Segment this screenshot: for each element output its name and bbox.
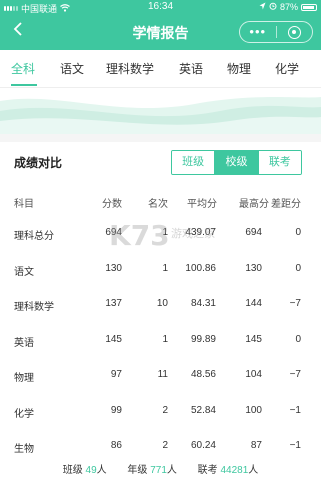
row-average: 52.84 xyxy=(190,404,216,416)
active-tab-indicator xyxy=(11,84,37,86)
card-title: 成绩对比 xyxy=(14,156,63,170)
joint-count-unit: 人 xyxy=(248,465,259,476)
row-rank: 1 xyxy=(162,227,168,238)
table-row: 生物 86 2 60.24 87 −1 xyxy=(0,429,321,465)
row-average: 48.56 xyxy=(190,369,216,380)
header-average: 平均分 xyxy=(187,199,217,210)
row-max: 694 xyxy=(245,227,262,238)
row-rank: 11 xyxy=(157,369,168,380)
row-subject: 生物 xyxy=(14,444,34,455)
grade-count-group: 年级 771人 xyxy=(127,461,176,476)
class-count-group: 班级 49人 xyxy=(63,461,107,476)
row-gap: −1 xyxy=(289,440,301,451)
row-score: 86 xyxy=(110,440,122,451)
alarm-icon xyxy=(269,2,277,12)
tab-chemistry[interactable]: 化学 xyxy=(275,60,299,77)
header-rank: 名次 xyxy=(148,199,168,210)
row-rank: 2 xyxy=(162,440,168,451)
joint-count-group: 联考 44281人 xyxy=(198,461,259,476)
header-gap: 差距分 xyxy=(271,199,301,210)
row-gap: −1 xyxy=(289,404,301,416)
miniprogram-capsule: ••• xyxy=(239,21,313,43)
table-row: 理科数学 137 10 84.31 144 −7 xyxy=(0,287,321,323)
row-subject: 理科总分 xyxy=(14,231,54,242)
tab-chinese[interactable]: 语文 xyxy=(60,60,84,77)
location-icon xyxy=(259,2,266,12)
participant-counts: 班级 49人 年级 771人 联考 44281人 xyxy=(0,461,321,491)
row-gap: 0 xyxy=(295,262,301,274)
row-max: 145 xyxy=(245,333,262,345)
row-average: 439.07 xyxy=(185,227,216,238)
row-max: 100 xyxy=(245,404,262,416)
class-count-label: 班级 xyxy=(62,465,83,476)
row-average: 84.31 xyxy=(190,298,216,309)
row-subject: 物理 xyxy=(14,373,34,384)
joint-count-label: 联考 xyxy=(197,465,218,476)
segment-class[interactable]: 班级 xyxy=(172,151,215,174)
grade-count-label: 年级 xyxy=(127,465,148,476)
class-count-unit: 人 xyxy=(96,465,107,476)
row-score: 97 xyxy=(110,369,122,380)
row-subject: 理科数学 xyxy=(14,302,54,313)
row-score: 137 xyxy=(105,298,122,309)
row-subject: 化学 xyxy=(14,408,34,420)
class-count-value: 49 xyxy=(85,465,97,476)
grade-count-value: 771 xyxy=(150,465,167,476)
header-subject: 科目 xyxy=(14,199,34,210)
row-max: 104 xyxy=(245,369,262,380)
row-rank: 1 xyxy=(162,262,168,274)
tab-physics[interactable]: 物理 xyxy=(227,60,251,77)
section-gap xyxy=(0,134,321,142)
table-row: 语文 130 1 100.86 130 0 xyxy=(0,252,321,288)
more-menu-button[interactable]: ••• xyxy=(240,23,276,41)
close-circle-icon xyxy=(287,25,301,39)
row-gap: 0 xyxy=(295,227,301,238)
row-max: 130 xyxy=(245,262,262,274)
grade-count-unit: 人 xyxy=(166,465,177,476)
row-score: 130 xyxy=(105,262,122,274)
table-header-row: 科目 分数 名次 平均分 最高分 差距分 xyxy=(0,184,321,216)
row-subject: 英语 xyxy=(14,337,34,349)
scope-segmented-control: 班级 校级 联考 xyxy=(171,150,302,175)
segment-school[interactable]: 校级 xyxy=(214,151,258,174)
tab-english[interactable]: 英语 xyxy=(179,60,203,77)
battery-percent: 87% xyxy=(279,2,298,12)
row-gap: 0 xyxy=(295,333,301,345)
table-row: 理科总分 694 1 439.07 694 0 xyxy=(0,216,321,252)
status-bar: 中国联通 16:34 87% xyxy=(0,0,321,14)
row-subject: 语文 xyxy=(14,266,34,278)
row-average: 100.86 xyxy=(185,262,216,274)
row-average: 60.24 xyxy=(190,440,216,451)
row-max: 87 xyxy=(250,440,262,451)
row-average: 99.89 xyxy=(190,333,216,345)
score-comparison-card: 成绩对比 班级 校级 联考 科目 分数 名次 平均分 最高分 差距分 理科总分 … xyxy=(0,142,321,500)
battery-icon xyxy=(301,3,317,11)
joint-count-value: 44281 xyxy=(220,465,249,476)
row-max: 144 xyxy=(245,298,262,309)
row-rank: 1 xyxy=(162,333,168,345)
header-score: 分数 xyxy=(102,199,122,210)
table-row: 物理 97 11 48.56 104 −7 xyxy=(0,358,321,394)
row-gap: −7 xyxy=(289,298,301,309)
row-score: 145 xyxy=(105,333,122,345)
wave-banner xyxy=(0,89,321,134)
table-row: 英语 145 1 99.89 145 0 xyxy=(0,323,321,359)
nav-bar: 学情报告 ••• xyxy=(0,14,321,50)
row-score: 99 xyxy=(110,404,122,416)
subject-tabs: 全科 语文 理科数学 英语 物理 化学 xyxy=(0,50,321,88)
status-right: 87% xyxy=(259,2,317,12)
row-gap: −7 xyxy=(289,369,301,380)
segment-joint-exam[interactable]: 联考 xyxy=(257,151,301,174)
tab-all-subjects[interactable]: 全科 xyxy=(11,60,35,77)
row-rank: 10 xyxy=(156,298,168,309)
score-table: 科目 分数 名次 平均分 最高分 差距分 理科总分 694 1 439.07 6… xyxy=(0,184,321,465)
close-miniprogram-button[interactable] xyxy=(277,25,313,39)
row-rank: 2 xyxy=(162,404,168,416)
table-row: 化学 99 2 52.84 100 −1 xyxy=(0,394,321,430)
row-score: 694 xyxy=(105,227,122,238)
tab-science-math[interactable]: 理科数学 xyxy=(106,60,154,77)
header-max: 最高分 xyxy=(239,199,269,210)
